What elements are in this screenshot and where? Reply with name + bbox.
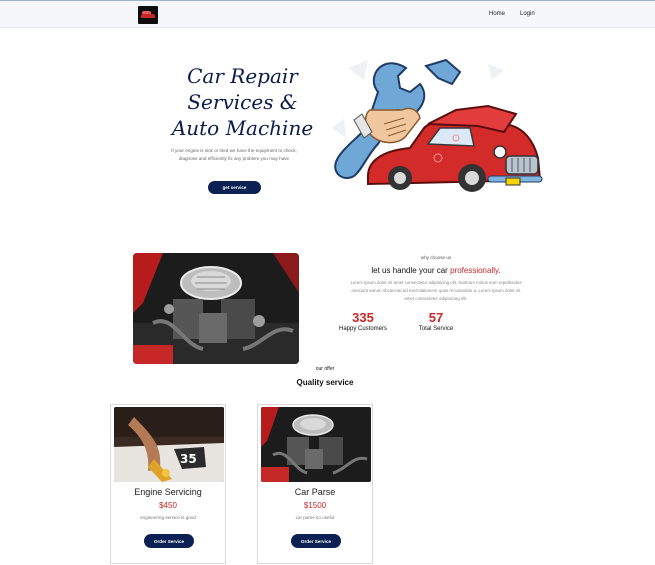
card-price: $1500 xyxy=(303,501,327,510)
why-choose-us-label: why choose us xyxy=(420,255,452,260)
card-price: $450 xyxy=(159,501,177,510)
card-title: Engine Servicing xyxy=(134,487,202,497)
hero-text-line: diagnose and efficiently fix any problem… xyxy=(178,156,290,161)
engine-servicing-photo: 35 xyxy=(114,407,224,482)
car-logo-icon[interactable] xyxy=(138,6,158,24)
total-service-label: Total Service xyxy=(418,326,454,332)
card-description: car parse so useful xyxy=(295,515,335,520)
car-parse-photo xyxy=(261,407,371,482)
why-heading-accent: professionally. xyxy=(450,266,501,275)
nav-home-link[interactable]: Home xyxy=(489,11,505,17)
hero-title-line: Car Repair xyxy=(187,64,298,88)
svg-text:35: 35 xyxy=(180,452,197,466)
happy-customers-count: 335 xyxy=(352,310,374,325)
total-service-count: 57 xyxy=(428,310,444,325)
why-paragraph-line: Lorem ipsum dolor sit amet consectetur a… xyxy=(350,280,522,285)
our-offer-label: our offer xyxy=(315,366,335,372)
car-repair-wrench-illustration xyxy=(332,58,543,192)
quality-service-heading: Quality service xyxy=(296,378,354,387)
hero-title: Car Repair Services & Auto Machine xyxy=(155,63,330,141)
order-service-button[interactable]: Order Service xyxy=(144,534,194,548)
hero-description: If your engine is sick or tired we have … xyxy=(158,147,310,163)
happy-customers-label: Happy Customers xyxy=(338,326,388,332)
why-paragraph-line: nesciunt earum obcaecati ad exercitation… xyxy=(351,288,521,293)
navbar: Home Login xyxy=(0,0,655,28)
service-card-parse: Car Parse $1500 car parse so useful Orde… xyxy=(257,404,373,564)
order-service-button[interactable]: Order Service xyxy=(291,534,341,548)
hero-text-line: If your engine is sick or tired we have … xyxy=(171,148,297,153)
nav-login-link[interactable]: Login xyxy=(520,11,535,17)
hero-title-line: Auto Machine xyxy=(171,116,314,140)
why-paragraph-line: amet consectetur adipisicing elit. xyxy=(404,296,468,301)
card-title: Car Parse xyxy=(294,487,336,497)
why-heading: let us handle your car professionally. xyxy=(330,266,542,275)
why-paragraph: Lorem ipsum dolor sit amet consectetur a… xyxy=(330,279,542,303)
why-heading-text: let us handle your car xyxy=(371,266,451,275)
card-description: engineering service is good xyxy=(140,515,196,520)
car-engine-photo xyxy=(133,253,299,364)
hero-title-line: Services & xyxy=(187,90,298,114)
get-service-button[interactable]: get service xyxy=(208,181,261,194)
service-card-engine: 35 Engine Servicing $450 engineering ser… xyxy=(110,404,226,564)
